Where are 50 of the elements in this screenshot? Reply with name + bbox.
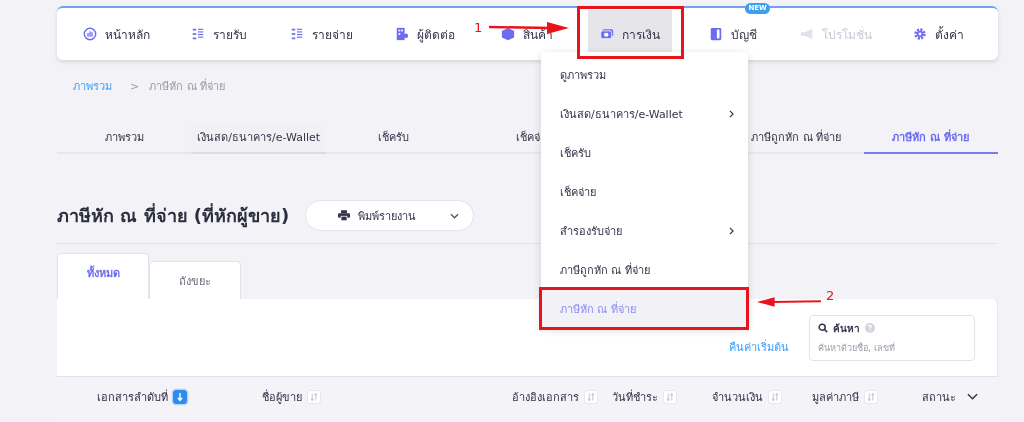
money-icon [600,27,615,41]
sort-down-icon[interactable] [173,390,187,404]
list-icon [290,27,305,41]
print-report-button[interactable]: พิมพ์รายงาน [305,200,475,231]
column-header: มูลค่าภาษี [812,390,859,406]
nav-item[interactable]: ตั้งค่า [901,9,977,59]
column-header: จำนวนเงิน [712,390,763,406]
search-icon [818,323,828,333]
dashboard-icon [82,27,97,41]
step-number: 2 [826,288,835,303]
printer-icon [338,210,351,221]
list-icon [191,27,206,41]
page-tab[interactable]: ภาพรวม [57,122,192,154]
search-label: ค้นหา [833,321,860,336]
sort-icon[interactable] [768,390,782,404]
nav-item[interactable]: รายจ่าย [278,9,366,59]
settings-icon [913,27,928,41]
nav-item[interactable]: หน้าหลัก [70,9,162,59]
chevron-right-icon [729,109,734,118]
column-header: วันที่ชำระ [612,388,658,406]
page-title: ภาษีหัก ณ ที่จ่าย (ที่หักผู้ขาย) [57,202,290,230]
menu-item[interactable]: สำรองรับจ่าย [541,211,748,250]
chevron-down-icon[interactable] [967,393,978,401]
nav-item[interactable]: ผู้ติดต่อ [382,9,467,59]
chevron-right-icon [729,226,734,235]
book-icon [709,27,724,41]
list-tab[interactable]: ถังขยะ [149,261,241,299]
sort-icon[interactable] [584,390,598,404]
help-icon [865,323,875,333]
sort-icon[interactable] [864,390,878,404]
sort-icon[interactable] [663,390,677,404]
column-header: ชื่อผู้ขาย [262,388,302,406]
menu-item[interactable]: ภาษีถูกหัก ณ ที่จ่าย [541,250,748,289]
building-icon [394,27,409,41]
page-tab[interactable]: ภาษีหัก ณ ที่จ่าย [863,122,998,154]
breadcrumb-separator: > [130,79,140,93]
nav-item[interactable]: รายรับ [179,9,260,59]
list-tab[interactable]: ทั้งหมด [57,253,149,299]
step-number: 1 [474,20,483,35]
pointer-arrow [757,297,821,307]
box-icon [501,27,516,41]
chevron-down-icon [450,212,460,219]
column-header: สถานะ [922,390,956,406]
megaphone-icon [799,27,814,41]
sort-icon[interactable] [307,390,321,404]
column-header: อ้างอิงเอกสาร [512,390,579,406]
breadcrumb-current: ภาษีหัก ณ ที่จ่าย [149,77,226,95]
page-tab[interactable]: เช็ครับ [326,122,461,154]
menu-item[interactable]: เช็คจ่าย [541,172,748,211]
column-header: เอกสารลำดับที่ [97,388,168,406]
